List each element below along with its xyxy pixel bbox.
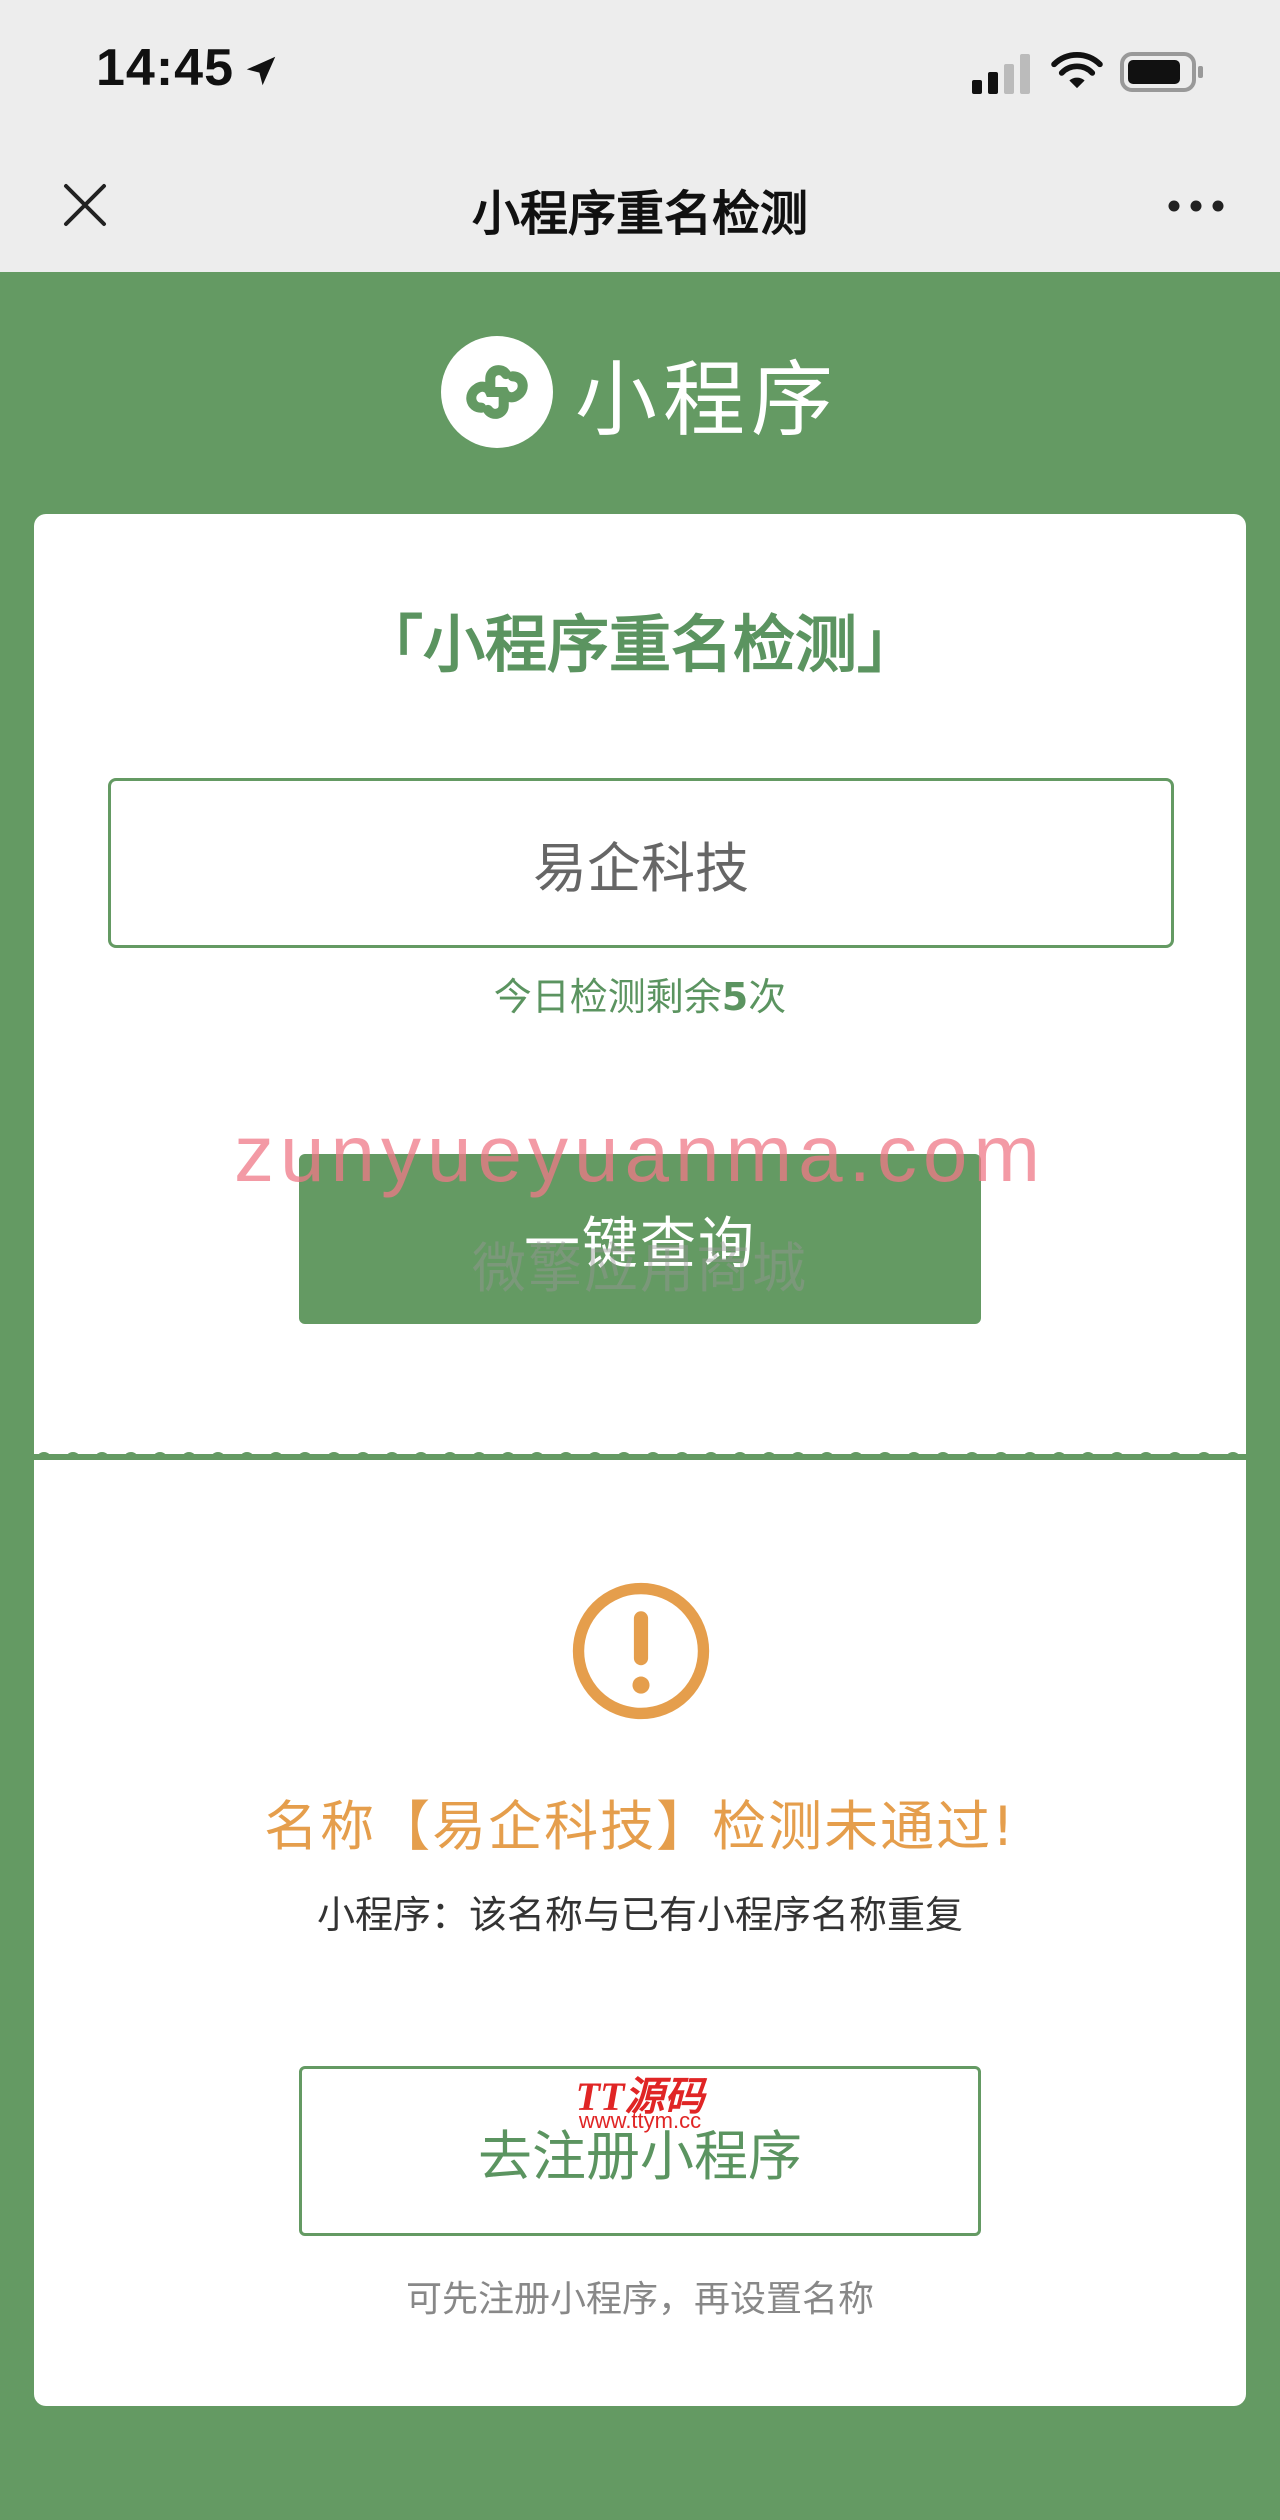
- name-input[interactable]: [108, 778, 1174, 948]
- brand-name: 小程序: [574, 352, 839, 448]
- register-hint: 可先注册小程序，再设置名称: [405, 2279, 874, 2320]
- remaining-count-text: 今日检测剩余5次: [34, 966, 1246, 1021]
- nav-bar: 小程序重名检测: [0, 140, 1280, 272]
- signal-icon: [972, 54, 1030, 94]
- result-reason: 小程序：该名称与已有小程序名称重复: [316, 1893, 963, 1937]
- brand-header: 小程序: [0, 272, 1280, 512]
- warning-icon: [572, 1582, 710, 1720]
- card-title: 「小程序重名检测」: [360, 608, 919, 681]
- status-bar: 14:45: [0, 0, 1280, 140]
- battery-icon: [1120, 52, 1203, 92]
- register-button[interactable]: 去注册小程序: [299, 2066, 981, 2236]
- query-card: 「小程序重名检测」 今日检测剩余5次 一键查询 zunyueyuanma.com…: [34, 514, 1246, 1454]
- remaining-prefix: 今日检测剩余: [493, 975, 722, 1019]
- result-title: 名称【易企科技】检测未通过!: [264, 1795, 1016, 1858]
- remaining-suffix: 次: [748, 975, 787, 1019]
- page-title: 小程序重名检测: [471, 186, 808, 242]
- remaining-count: 5: [721, 975, 749, 1019]
- query-button[interactable]: 一键查询: [299, 1154, 981, 1324]
- status-time: 14:45: [96, 39, 234, 97]
- location-arrow-icon: [246, 56, 276, 86]
- mini-program-logo-icon: [440, 336, 553, 448]
- wifi-icon: [1051, 52, 1103, 89]
- result-card: 名称【易企科技】检测未通过! 小程序：该名称与已有小程序名称重复 去注册小程序 …: [34, 1460, 1246, 2406]
- more-icon[interactable]: [1166, 196, 1226, 216]
